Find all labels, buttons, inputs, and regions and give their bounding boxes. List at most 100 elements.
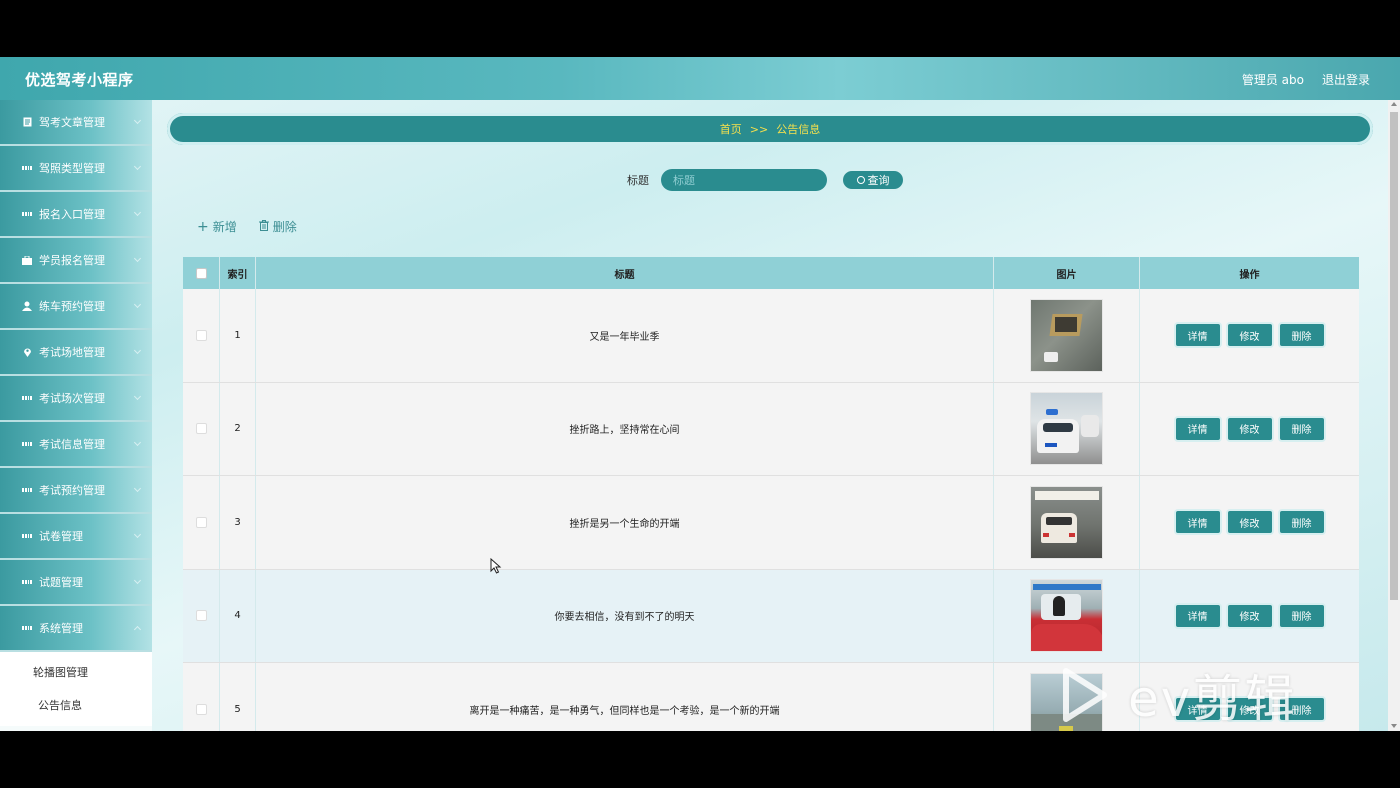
scroll-down-icon[interactable] — [1391, 724, 1397, 728]
sidebar-item-exam-sessions[interactable]: 考试场次管理 — [0, 376, 152, 422]
search-bar: 标题 查询 — [627, 169, 905, 191]
row-checkbox[interactable] — [195, 516, 207, 528]
header-image: 图片 — [994, 257, 1140, 289]
sidebar-item-label: 考试场次管理 — [39, 392, 105, 405]
row-checkbox[interactable] — [195, 329, 207, 341]
sidebar-item-practice-booking[interactable]: 练车预约管理 — [0, 284, 152, 330]
edit-button[interactable]: 修改 — [1227, 511, 1272, 534]
letterbox-bottom — [0, 731, 1400, 788]
sidebar-item-system[interactable]: 系统管理 — [0, 606, 152, 652]
logout-button[interactable]: 退出登录 — [1322, 71, 1370, 88]
edit-button[interactable]: 修改 — [1227, 604, 1272, 627]
row-checkbox[interactable] — [195, 703, 207, 715]
add-button[interactable]: + 新增 — [197, 218, 237, 235]
aerial-parking-photo — [1030, 298, 1103, 372]
scroll-up-icon[interactable] — [1391, 102, 1397, 106]
sidebar-item-exam-info[interactable]: 考试信息管理 — [0, 422, 152, 468]
watermark-text: ev剪辑 — [1128, 670, 1297, 728]
sidebar: 驾考文章管理 驾照类型管理 报名入口管理 学员报名管理 练车预约管理 考试场地管… — [0, 100, 152, 731]
grid-icon — [22, 209, 32, 219]
red-car-photo — [1030, 579, 1103, 653]
add-button-label: 新增 — [212, 220, 237, 234]
sidebar-item-enrollment-entry[interactable]: 报名入口管理 — [0, 192, 152, 238]
grid-icon — [22, 485, 32, 495]
scrollbar-thumb[interactable] — [1390, 112, 1398, 600]
sidebar-item-label: 试题管理 — [39, 576, 83, 589]
grid-icon — [22, 163, 32, 173]
edit-button[interactable]: 修改 — [1227, 417, 1272, 440]
detail-button[interactable]: 详情 — [1175, 324, 1220, 347]
row-index: 3 — [220, 476, 256, 569]
chevron-down-icon — [133, 438, 142, 447]
main-content: 首页 >> 公告信息 标题 查询 + 新增 删除 — [165, 100, 1388, 731]
breadcrumb-home[interactable]: 首页 — [720, 121, 742, 137]
sidebar-item-exam-sites[interactable]: 考试场地管理 — [0, 330, 152, 376]
row-index: 4 — [220, 569, 256, 662]
sidebar-item-student-enrollment[interactable]: 学员报名管理 — [0, 238, 152, 284]
user-icon — [22, 301, 32, 311]
header-ops: 操作 — [1239, 269, 1260, 281]
submenu-item-notices[interactable]: 公告信息 — [0, 689, 152, 722]
sidebar-item-label: 学员报名管理 — [39, 254, 105, 267]
search-button[interactable]: 查询 — [841, 169, 905, 191]
grid-icon — [22, 577, 32, 587]
app-brand: 优选驾考小程序 — [25, 71, 134, 89]
delete-button[interactable]: 删除 — [1279, 417, 1324, 440]
sidebar-item-label: 试卷管理 — [39, 530, 83, 543]
row-checkbox[interactable] — [195, 423, 207, 435]
toolbar-actions: + 新增 删除 — [197, 218, 297, 235]
detail-button[interactable]: 详情 — [1175, 511, 1220, 534]
white-car-photo — [1030, 392, 1103, 466]
chevron-up-icon — [133, 625, 142, 634]
title-search-input[interactable] — [661, 169, 827, 191]
detail-button[interactable]: 详情 — [1175, 604, 1220, 627]
letterbox-top — [0, 0, 1400, 57]
sidebar-item-label: 考试场地管理 — [39, 346, 105, 359]
grid-icon — [22, 531, 32, 541]
document-icon — [22, 117, 32, 127]
user-name: 管理员 abo — [1241, 73, 1304, 87]
plus-icon: + — [197, 218, 209, 235]
chevron-down-icon — [133, 484, 142, 493]
sidebar-item-papers[interactable]: 试卷管理 — [0, 514, 152, 560]
sidebar-item-label: 考试信息管理 — [39, 438, 105, 451]
detail-button[interactable]: 详情 — [1175, 417, 1220, 440]
grid-icon — [22, 393, 32, 403]
sidebar-item-license-types[interactable]: 驾照类型管理 — [0, 146, 152, 192]
breadcrumb: 首页 >> 公告信息 — [167, 113, 1373, 145]
chevron-down-icon — [133, 530, 142, 539]
briefcase-icon — [22, 255, 32, 265]
submenu-item-carousel[interactable]: 轮播图管理 — [0, 656, 152, 689]
table-row: 2 挫折路上，坚持常在心间 详情 修改 删除 — [183, 382, 1359, 476]
delete-button[interactable]: 删除 — [1279, 324, 1324, 347]
search-label: 标题 — [627, 174, 649, 187]
chevron-down-icon — [133, 346, 142, 355]
chevron-down-icon — [133, 162, 142, 171]
page-scrollbar[interactable] — [1388, 100, 1400, 731]
row-checkbox[interactable] — [195, 610, 207, 622]
table-header: 索引 标题 图片 操作 — [183, 257, 1359, 289]
video-watermark: ev剪辑 — [1060, 659, 1330, 731]
bulk-delete-button[interactable]: 删除 — [258, 218, 297, 235]
search-button-label: 查询 — [867, 174, 890, 187]
row-title: 离开是一种痛苦，是一种勇气，但同样也是一个考验，是一个新的开端 — [256, 663, 994, 731]
sidebar-item-label: 驾照类型管理 — [39, 162, 105, 175]
top-bar: 优选驾考小程序 管理员 abo 退出登录 — [0, 57, 1400, 100]
sidebar-item-articles[interactable]: 驾考文章管理 — [0, 100, 152, 146]
delete-button[interactable]: 删除 — [1279, 511, 1324, 534]
delete-button-label: 删除 — [272, 220, 297, 234]
chevron-down-icon — [133, 116, 142, 125]
sidebar-item-questions[interactable]: 试题管理 — [0, 560, 152, 606]
header-index: 索引 — [220, 257, 256, 289]
breadcrumb-separator: >> — [749, 122, 769, 136]
table-row: 4 你要去相信，没有到不了的明天 详情 修改 删除 — [183, 569, 1359, 663]
sidebar-item-exam-booking[interactable]: 考试预约管理 — [0, 468, 152, 514]
grid-icon — [22, 439, 32, 449]
chevron-down-icon — [133, 300, 142, 309]
edit-button[interactable]: 修改 — [1227, 324, 1272, 347]
select-all-checkbox[interactable] — [195, 267, 207, 279]
driving-test-photo — [1030, 485, 1103, 559]
breadcrumb-current: 公告信息 — [776, 123, 821, 136]
delete-button[interactable]: 删除 — [1279, 604, 1324, 627]
user-area: 管理员 abo 退出登录 — [1242, 71, 1370, 88]
